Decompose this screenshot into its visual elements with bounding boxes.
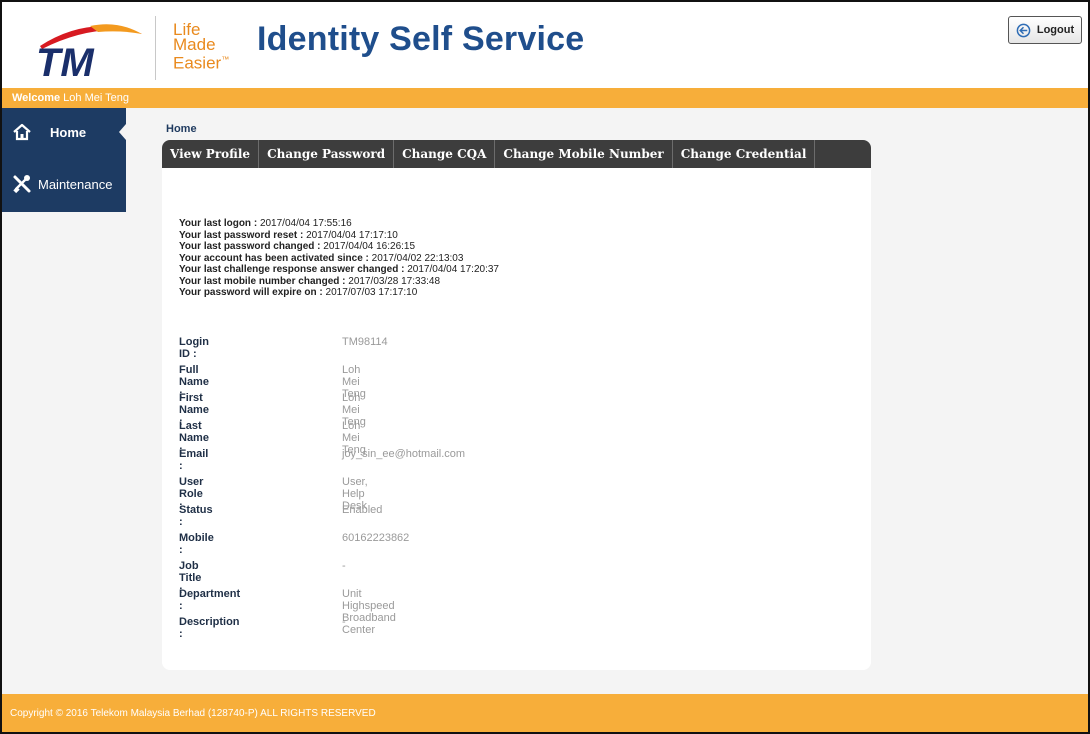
footer: Copyright © 2016 Telekom Malaysia Berhad… bbox=[2, 694, 1088, 732]
tagline-line: Made bbox=[173, 35, 216, 54]
welcome-user: Loh Mei Teng bbox=[63, 92, 130, 104]
sidebar-item-label: Home bbox=[50, 124, 87, 140]
tm-logo: TM bbox=[36, 24, 142, 80]
logout-button[interactable]: Logout bbox=[1008, 16, 1082, 44]
activity-row: Your last logon : 2017/04/04 17:55:16 bbox=[179, 218, 352, 229]
trademark-mark: ™ bbox=[221, 55, 230, 64]
tab-change-password[interactable]: Change Password bbox=[259, 140, 395, 168]
sidebar: Home Maintenance bbox=[2, 108, 126, 212]
tab-change-mobile-number[interactable]: Change Mobile Number bbox=[495, 140, 673, 168]
field-label: Status : bbox=[179, 504, 213, 528]
logout-icon bbox=[1016, 23, 1031, 37]
logout-label: Logout bbox=[1036, 24, 1075, 36]
activity-row: Your password will expire on : 2017/07/0… bbox=[179, 287, 418, 298]
header: TM Life Made Easier™ Identity Self Servi… bbox=[2, 2, 1088, 88]
activity-row: Your last password changed : 2017/04/04 … bbox=[179, 241, 416, 252]
tab-view-profile[interactable]: View Profile bbox=[162, 140, 260, 168]
account-activity-summary: Your last logon : 2017/04/04 17:55:16 Yo… bbox=[179, 218, 499, 299]
tagline-line: Easier™ bbox=[173, 53, 230, 73]
tab-bar: View Profile Change Password Change CQA … bbox=[162, 140, 871, 168]
activity-row: Your last mobile number changed : 2017/0… bbox=[179, 275, 441, 287]
sidebar-item-label: Maintenance bbox=[38, 176, 113, 192]
field-label: Mobile : bbox=[179, 532, 214, 556]
tm-brand-text: TM bbox=[36, 41, 95, 80]
activity-row: Your account has been activated since : … bbox=[179, 252, 464, 264]
field-value: TM98114 bbox=[342, 336, 388, 348]
breadcrumb[interactable]: Home bbox=[166, 123, 197, 135]
content-panel: View Profile Change Password Change CQA … bbox=[162, 140, 871, 670]
tab-change-credential[interactable]: Change Credential bbox=[673, 140, 816, 168]
field-value: - bbox=[342, 560, 346, 572]
field-label: Login ID : bbox=[179, 336, 209, 360]
field-label: Email : bbox=[179, 448, 209, 472]
field-value: Unit Highspeed Broadband Center bbox=[342, 588, 396, 636]
tools-icon bbox=[13, 175, 31, 194]
tagline: Life Made Easier™ bbox=[173, 21, 230, 73]
home-icon bbox=[13, 123, 31, 141]
app-window: TM Life Made Easier™ Identity Self Servi… bbox=[0, 0, 1090, 734]
field-label: Description : bbox=[179, 616, 240, 640]
field-value: 60162223862 bbox=[342, 532, 410, 544]
app-title: Identity Self Service bbox=[257, 20, 585, 58]
activity-row: Your last password reset : 2017/04/04 17… bbox=[179, 229, 398, 241]
field-value: joy_sin_ee@hotmail.com bbox=[342, 448, 466, 460]
welcome-prefix: Welcome bbox=[12, 92, 61, 104]
sidebar-item-home[interactable]: Home bbox=[2, 108, 126, 156]
activity-row: Your last challenge response answer chan… bbox=[179, 264, 499, 275]
field-value: Enabled bbox=[342, 504, 383, 516]
logo-divider bbox=[155, 16, 156, 80]
sidebar-item-maintenance[interactable]: Maintenance bbox=[2, 160, 126, 208]
welcome-bar: Welcome Loh Mei Teng bbox=[2, 88, 1088, 108]
tab-change-cqa[interactable]: Change CQA bbox=[394, 140, 496, 168]
field-label: Department : bbox=[179, 588, 241, 612]
field-value: - bbox=[342, 616, 346, 628]
